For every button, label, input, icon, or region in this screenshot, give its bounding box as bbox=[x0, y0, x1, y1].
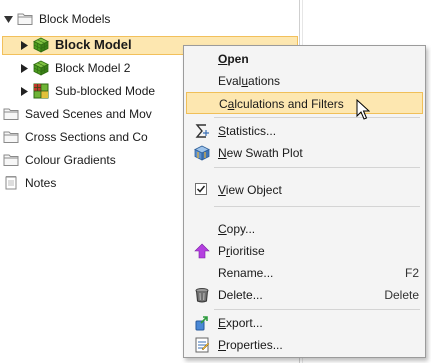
menu-item-calculations-and-filters[interactable]: Calculations and Filters bbox=[186, 92, 423, 114]
menu-item-shortcut: Delete bbox=[384, 288, 419, 302]
menu-item-label: Statistics... bbox=[218, 124, 277, 138]
folder-icon bbox=[3, 106, 19, 122]
tree-item-label: Block Model 2 bbox=[55, 61, 131, 75]
menu-item-export[interactable]: Export... bbox=[184, 312, 425, 334]
sigma-icon bbox=[194, 123, 210, 139]
cube-icon bbox=[33, 37, 49, 53]
tree-item-label: Block Model bbox=[55, 37, 132, 52]
menu-separator bbox=[214, 206, 420, 207]
export-icon bbox=[194, 315, 210, 331]
folder-icon bbox=[3, 152, 19, 168]
tree-item-label: Colour Gradients bbox=[25, 153, 116, 167]
tree-item-cross-sections[interactable]: Cross Sections and Co bbox=[3, 126, 148, 148]
tree-item-label: Sub-blocked Mode bbox=[55, 84, 156, 98]
collapse-arrow-icon[interactable] bbox=[3, 14, 13, 24]
menu-item-label: Delete... bbox=[218, 288, 263, 302]
menu-item-label: Calculations and Filters bbox=[219, 97, 344, 111]
bin-icon bbox=[194, 287, 210, 303]
menu-item-label: Rename... bbox=[218, 266, 274, 280]
menu-item-shortcut: F2 bbox=[404, 266, 419, 280]
menu-item-new-swath-plot[interactable]: New Swath Plot bbox=[184, 142, 425, 164]
cube-icon bbox=[33, 60, 49, 76]
tree-item-block-model[interactable]: Block Model bbox=[19, 34, 132, 56]
properties-icon bbox=[194, 337, 210, 353]
expand-arrow-icon[interactable] bbox=[19, 40, 29, 50]
tree-item-label: Notes bbox=[25, 176, 57, 190]
tree-item-colour-gradients[interactable]: Colour Gradients bbox=[3, 149, 116, 171]
swath-plot-icon bbox=[194, 145, 210, 161]
menu-item-delete[interactable]: Delete... Delete bbox=[184, 284, 425, 306]
tree-item-label: Block Models bbox=[39, 12, 111, 26]
menu-item-label: New Swath Plot bbox=[218, 146, 303, 160]
menu-item-copy[interactable]: Copy... bbox=[184, 218, 425, 240]
up-arrow-icon bbox=[194, 243, 210, 259]
tree-item-sub-blocked-model[interactable]: Sub-blocked Mode bbox=[19, 80, 155, 102]
tree-item-notes[interactable]: Notes bbox=[3, 172, 56, 194]
menu-item-prioritise[interactable]: Prioritise bbox=[184, 240, 425, 262]
tree-item-block-models[interactable]: Block Models bbox=[3, 8, 110, 30]
menu-item-label: Properties... bbox=[218, 338, 283, 352]
menu-separator bbox=[214, 117, 420, 118]
menu-item-open[interactable]: Open bbox=[184, 48, 425, 70]
mouse-cursor-icon bbox=[356, 98, 371, 121]
menu-item-evaluations[interactable]: Evaluations bbox=[184, 70, 425, 92]
menu-item-rename[interactable]: Rename... F2 bbox=[184, 262, 425, 284]
tree-item-saved-scenes[interactable]: Saved Scenes and Mov bbox=[3, 103, 152, 125]
menu-item-label: Evaluations bbox=[218, 74, 281, 88]
tree-item-block-model-2[interactable]: Block Model 2 bbox=[19, 57, 130, 79]
context-menu: Open Evaluations Calculations and Filter… bbox=[183, 45, 426, 358]
menu-item-label: Open bbox=[218, 52, 249, 66]
grid-cube-icon bbox=[33, 83, 49, 99]
expand-arrow-icon[interactable] bbox=[19, 63, 29, 73]
menu-separator bbox=[214, 167, 420, 168]
notes-icon bbox=[3, 175, 19, 191]
menu-item-label: Copy... bbox=[218, 222, 256, 236]
view-object-checkbox[interactable] bbox=[195, 183, 207, 195]
menu-item-label: Export... bbox=[218, 316, 263, 330]
menu-item-label: View Object bbox=[218, 183, 282, 197]
menu-item-label: Prioritise bbox=[218, 244, 265, 258]
tree-item-label: Saved Scenes and Mov bbox=[25, 107, 152, 121]
expand-arrow-icon[interactable] bbox=[19, 86, 29, 96]
menu-item-statistics[interactable]: Statistics... bbox=[184, 120, 425, 142]
menu-separator bbox=[214, 309, 420, 310]
tree-item-label: Cross Sections and Co bbox=[25, 130, 148, 144]
folder-icon bbox=[17, 11, 33, 27]
folder-icon bbox=[3, 129, 19, 145]
menu-item-view-object[interactable]: View Object bbox=[184, 179, 425, 201]
menu-item-properties[interactable]: Properties... bbox=[184, 334, 425, 356]
